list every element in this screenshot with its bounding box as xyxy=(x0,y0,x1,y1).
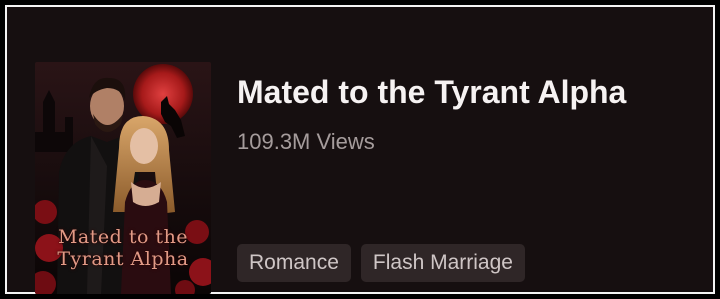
cover-title-line-2: Tyrant Alpha xyxy=(57,248,189,270)
cover-title-line-1: Mated to the xyxy=(57,226,189,248)
tag-romance[interactable]: Romance xyxy=(237,244,351,282)
cover-title-text: Mated to the Tyrant Alpha xyxy=(35,226,211,270)
view-count: 109.3M Views xyxy=(237,129,375,154)
screenshot-frame: Mated to the Tyrant Alpha Mated to the T… xyxy=(0,0,720,299)
tag-flash-marriage[interactable]: Flash Marriage xyxy=(360,244,525,282)
book-title[interactable]: Mated to the Tyrant Alpha xyxy=(237,74,626,111)
tag-list: Romance Flash Marriage xyxy=(237,244,525,282)
book-cover-image[interactable]: Mated to the Tyrant Alpha xyxy=(35,62,211,294)
book-card[interactable]: Mated to the Tyrant Alpha Mated to the T… xyxy=(5,5,715,294)
